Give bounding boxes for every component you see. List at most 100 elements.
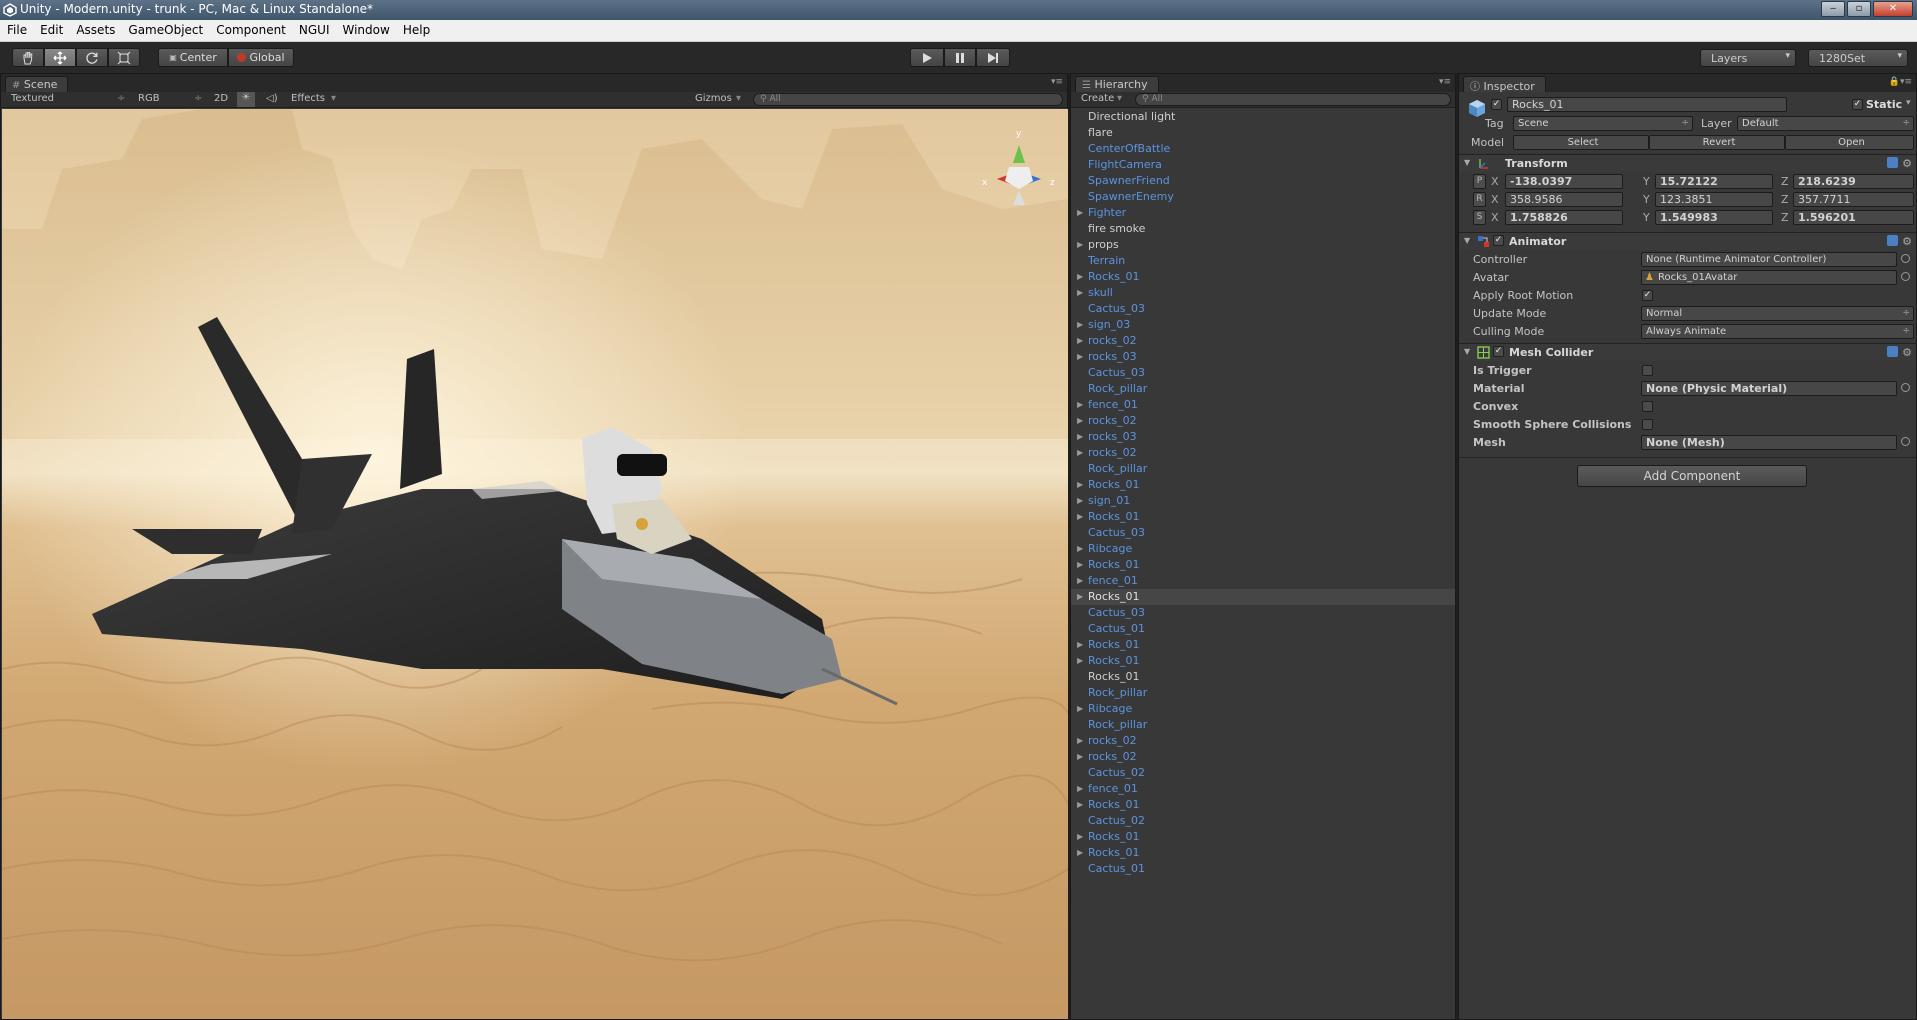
hierarchy-item[interactable]: ▶ Rocks_01 [1071,589,1455,605]
hierarchy-item[interactable]: Rocks_01 [1071,669,1455,685]
model-select-button[interactable]: Select [1513,135,1649,150]
menu-edit[interactable]: Edit [33,20,69,42]
rotate-tool-button[interactable] [76,48,108,67]
hierarchy-search-input[interactable]: ⚲ All [1135,93,1451,106]
transform-header[interactable]: ▼ Transform ⚙ [1459,154,1916,172]
expand-arrow-icon[interactable]: ▶ [1077,269,1083,285]
hierarchy-item[interactable]: Rock_pillar [1071,381,1455,397]
expand-arrow-icon[interactable]: ▶ [1077,781,1083,797]
transform-row-key[interactable]: P [1473,174,1486,189]
hierarchy-item[interactable]: ▶ Rocks_01 [1071,653,1455,669]
object-picker-icon[interactable] [1901,254,1910,263]
is-trigger-checkbox[interactable] [1642,365,1653,376]
hierarchy-item[interactable]: Cactus_03 [1071,365,1455,381]
expand-arrow-icon[interactable]: ▶ [1077,653,1083,669]
pause-button[interactable] [944,48,976,67]
add-component-button[interactable]: Add Component [1577,465,1807,487]
expand-arrow-icon[interactable]: ▶ [1077,317,1083,333]
help-book-icon[interactable] [1887,235,1899,246]
minimize-button[interactable]: ‒ [1821,1,1845,17]
menu-component[interactable]: Component [209,20,292,42]
hierarchy-item[interactable]: flare [1071,125,1455,141]
hierarchy-item[interactable]: Cactus_01 [1071,861,1455,877]
expand-arrow-icon[interactable]: ▶ [1077,477,1083,493]
hierarchy-item[interactable]: Rock_pillar [1071,685,1455,701]
transform-z-field[interactable]: 218.6239 [1793,174,1914,189]
tab-hierarchy[interactable]: ☰ Hierarchy [1075,76,1159,92]
hierarchy-item[interactable]: ▶ props [1071,237,1455,253]
hierarchy-item[interactable]: ▶ rocks_02 [1071,445,1455,461]
expand-arrow-icon[interactable]: ▶ [1077,749,1083,765]
hierarchy-item[interactable]: CenterOfBattle [1071,141,1455,157]
hierarchy-item[interactable]: FlightCamera [1071,157,1455,173]
hierarchy-item[interactable]: ▶ Ribcage [1071,541,1455,557]
scale-tool-button[interactable] [108,48,140,67]
expand-arrow-icon[interactable]: ▶ [1077,573,1083,589]
foldout-arrow-icon[interactable]: ▼ [1464,236,1470,245]
object-picker-icon[interactable] [1901,272,1910,281]
hand-tool-button[interactable] [12,48,44,67]
space-global-button[interactable]: Global [228,48,294,67]
hierarchy-item[interactable]: ▶ sign_01 [1071,493,1455,509]
transform-x-field[interactable]: -138.0397 [1505,174,1623,189]
update-mode-dropdown[interactable]: Normal [1641,306,1914,321]
expand-arrow-icon[interactable]: ▶ [1077,445,1083,461]
layout-dropdown[interactable]: 1280Set [1808,49,1908,67]
static-checkbox[interactable]: ✓ [1852,99,1863,110]
close-button[interactable]: ✕ [1873,1,1913,17]
expand-arrow-icon[interactable]: ▶ [1077,429,1083,445]
menu-file[interactable]: File [0,20,33,42]
expand-arrow-icon[interactable]: ▶ [1077,333,1083,349]
menu-ngui[interactable]: NGUI [292,20,336,42]
hierarchy-item[interactable]: Cactus_01 [1071,621,1455,637]
gear-icon[interactable]: ⚙ [1902,346,1912,359]
hierarchy-item[interactable]: SpawnerFriend [1071,173,1455,189]
hierarchy-item[interactable]: Cactus_03 [1071,301,1455,317]
step-button[interactable] [976,48,1010,67]
move-tool-button[interactable] [44,48,76,67]
layers-dropdown[interactable]: Layers [1700,49,1796,67]
hierarchy-item[interactable]: ▶ fence_01 [1071,573,1455,589]
panel-menu-icon[interactable]: ▾≡ [1051,77,1063,87]
transform-z-field[interactable]: 357.7711 [1793,192,1914,207]
transform-row-key[interactable]: R [1473,192,1486,207]
expand-arrow-icon[interactable]: ▶ [1077,397,1083,413]
apply-root-motion-checkbox[interactable]: ✓ [1642,290,1653,301]
expand-arrow-icon[interactable]: ▶ [1077,493,1083,509]
hierarchy-item[interactable]: Rock_pillar [1071,461,1455,477]
expand-arrow-icon[interactable]: ▶ [1077,733,1083,749]
hierarchy-item[interactable]: ▶ Rocks_01 [1071,797,1455,813]
render-mode-dropdown[interactable]: RGB [138,93,160,104]
expand-arrow-icon[interactable]: ▶ [1077,845,1083,861]
gizmos-dropdown[interactable]: Gizmos [695,93,732,104]
hierarchy-item[interactable]: ▶ Rocks_01 [1071,509,1455,525]
hierarchy-item[interactable]: ▶ Rocks_01 [1071,269,1455,285]
foldout-arrow-icon[interactable]: ▼ [1464,347,1470,356]
hierarchy-item[interactable]: ▶ Rocks_01 [1071,637,1455,653]
hierarchy-item[interactable]: ▶ rocks_03 [1071,349,1455,365]
maximize-button[interactable]: ▫ [1847,1,1871,17]
object-name-field[interactable]: Rocks_01 [1507,97,1787,112]
hierarchy-item[interactable]: Cactus_03 [1071,525,1455,541]
transform-y-field[interactable]: 15.72122 [1655,174,1773,189]
hierarchy-item[interactable]: ▶ sign_03 [1071,317,1455,333]
hierarchy-item[interactable]: Cactus_02 [1071,765,1455,781]
mesh-collider-enabled-checkbox[interactable]: ✓ [1493,346,1504,357]
menu-help[interactable]: Help [396,20,436,42]
hierarchy-item[interactable]: ▶ Rocks_01 [1071,557,1455,573]
hierarchy-item[interactable]: ▶ rocks_02 [1071,333,1455,349]
transform-y-field[interactable]: 1.549983 [1655,210,1773,225]
hierarchy-item[interactable]: fire smoke [1071,221,1455,237]
object-active-checkbox[interactable]: ✓ [1491,99,1502,110]
gear-icon[interactable]: ⚙ [1902,235,1912,248]
foldout-arrow-icon[interactable]: ▼ [1464,158,1470,167]
convex-checkbox[interactable] [1642,401,1653,412]
expand-arrow-icon[interactable]: ▶ [1077,413,1083,429]
shading-mode-dropdown[interactable]: Textured [11,93,54,104]
controller-field[interactable]: None (Runtime Animator Controller) [1641,252,1897,267]
expand-arrow-icon[interactable]: ▶ [1077,557,1083,573]
material-field[interactable]: None (Physic Material) [1641,381,1897,396]
hierarchy-item[interactable]: ▶ Rocks_01 [1071,477,1455,493]
menu-gameobject[interactable]: GameObject [121,20,209,42]
play-button[interactable] [910,48,944,67]
